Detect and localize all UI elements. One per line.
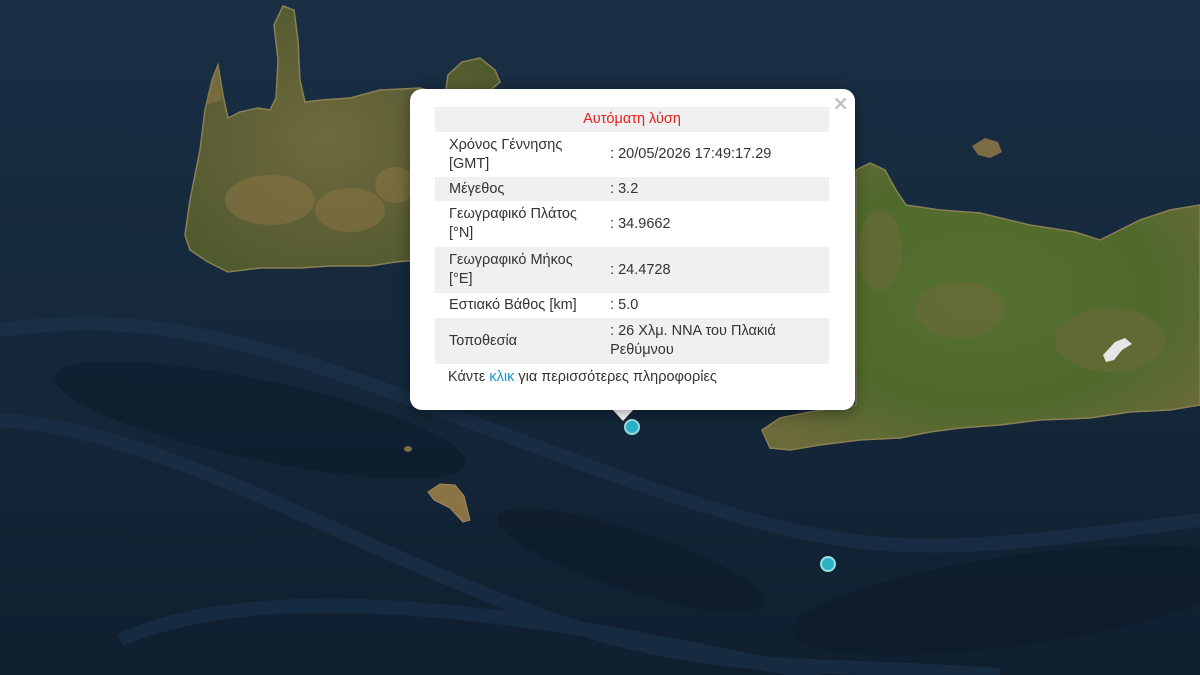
more-info-link[interactable]: κλικ <box>489 369 514 385</box>
table-row-magnitude: Μέγεθος : 3.2 <box>435 177 829 201</box>
row-value: : 5.0 <box>610 297 639 313</box>
table-row-latitude: Γεωγραφικό Πλάτος [°N] : 34.9662 <box>435 201 829 247</box>
earthquake-marker-selected[interactable] <box>624 419 640 435</box>
row-value: : 34.9662 <box>610 215 671 232</box>
row-value: : 24.4728 <box>606 247 829 293</box>
row-label: Εστιακό Βάθος [km] <box>449 297 577 313</box>
table-row-origin-time: Χρόνος Γέννησης [GMT] : 20/05/2026 17:49… <box>435 132 829 177</box>
table-row-longitude: Γεωγραφικό Μήκος [°E] : 24.4728 <box>435 247 829 293</box>
more-info-prefix: Κάντε <box>448 369 486 385</box>
table-row-depth: Εστιακό Βάθος [km] : 5.0 <box>435 293 829 318</box>
row-label: Χρόνος Γέννησης [GMT] <box>449 136 563 172</box>
row-label: Γεωγραφικό Μήκος [°E] <box>435 247 607 293</box>
earthquake-marker[interactable] <box>820 556 836 572</box>
table-row-location: Τοποθεσία : 26 Χλμ. ΝΝΑ του Πλακιά Ρεθύμ… <box>435 318 829 364</box>
more-info-text: Κάντε κλικ για περισσότερες πληροφορίες <box>448 369 717 385</box>
more-info-suffix: για περισσότερες πληροφορίες <box>518 369 717 385</box>
row-value: : 26 Χλμ. ΝΝΑ του Πλακιά Ρεθύμνου <box>606 318 829 364</box>
row-value: : 3.2 <box>606 177 829 201</box>
earthquake-info-table: Αυτόματη λύση Χρόνος Γέννησης [GMT] : 20… <box>435 107 829 364</box>
row-label: Τοποθεσία <box>435 318 607 364</box>
earthquake-info-popup: × Αυτόματη λύση Χρόνος Γέννησης [GMT] : … <box>410 89 855 410</box>
close-icon[interactable]: × <box>832 93 849 113</box>
row-label: Γεωγραφικό Πλάτος [°N] <box>449 206 577 241</box>
table-row-title: Αυτόματη λύση <box>435 107 829 132</box>
gavdopoula-islet <box>404 446 412 452</box>
popup-title: Αυτόματη λύση <box>435 107 829 132</box>
popup-tip <box>612 409 634 421</box>
row-label: Μέγεθος <box>435 177 607 201</box>
row-value: : 20/05/2026 17:49:17.29 <box>610 146 772 162</box>
